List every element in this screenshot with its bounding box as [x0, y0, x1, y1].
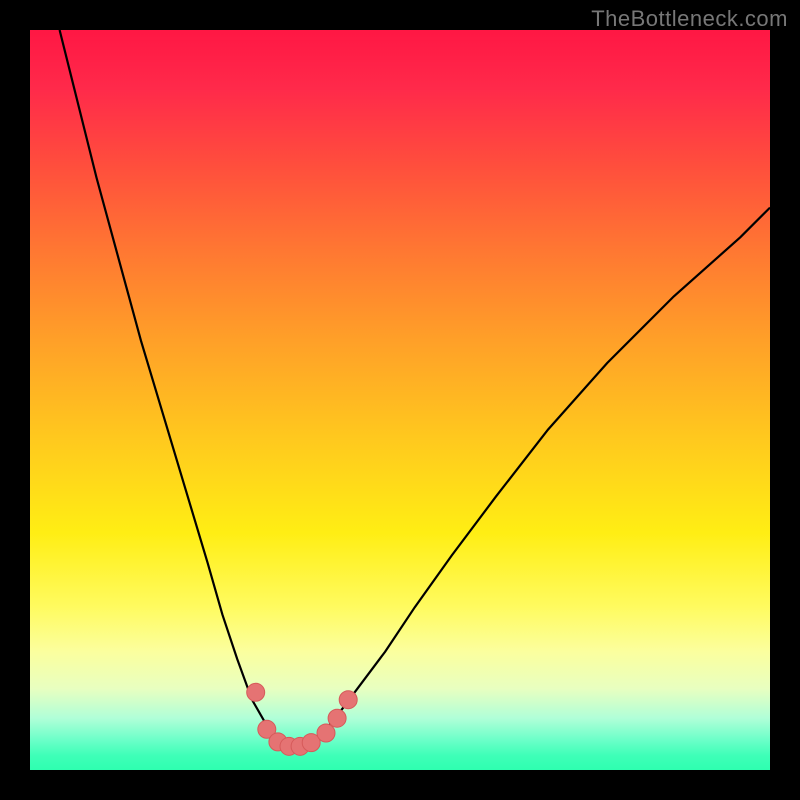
curve-marker: [317, 724, 335, 742]
curve-marker: [247, 683, 265, 701]
watermark-text: TheBottleneck.com: [591, 6, 788, 32]
bottleneck-chart: [30, 30, 770, 770]
curve-marker: [339, 691, 357, 709]
curve-marker: [328, 709, 346, 727]
curve-line: [60, 30, 770, 748]
